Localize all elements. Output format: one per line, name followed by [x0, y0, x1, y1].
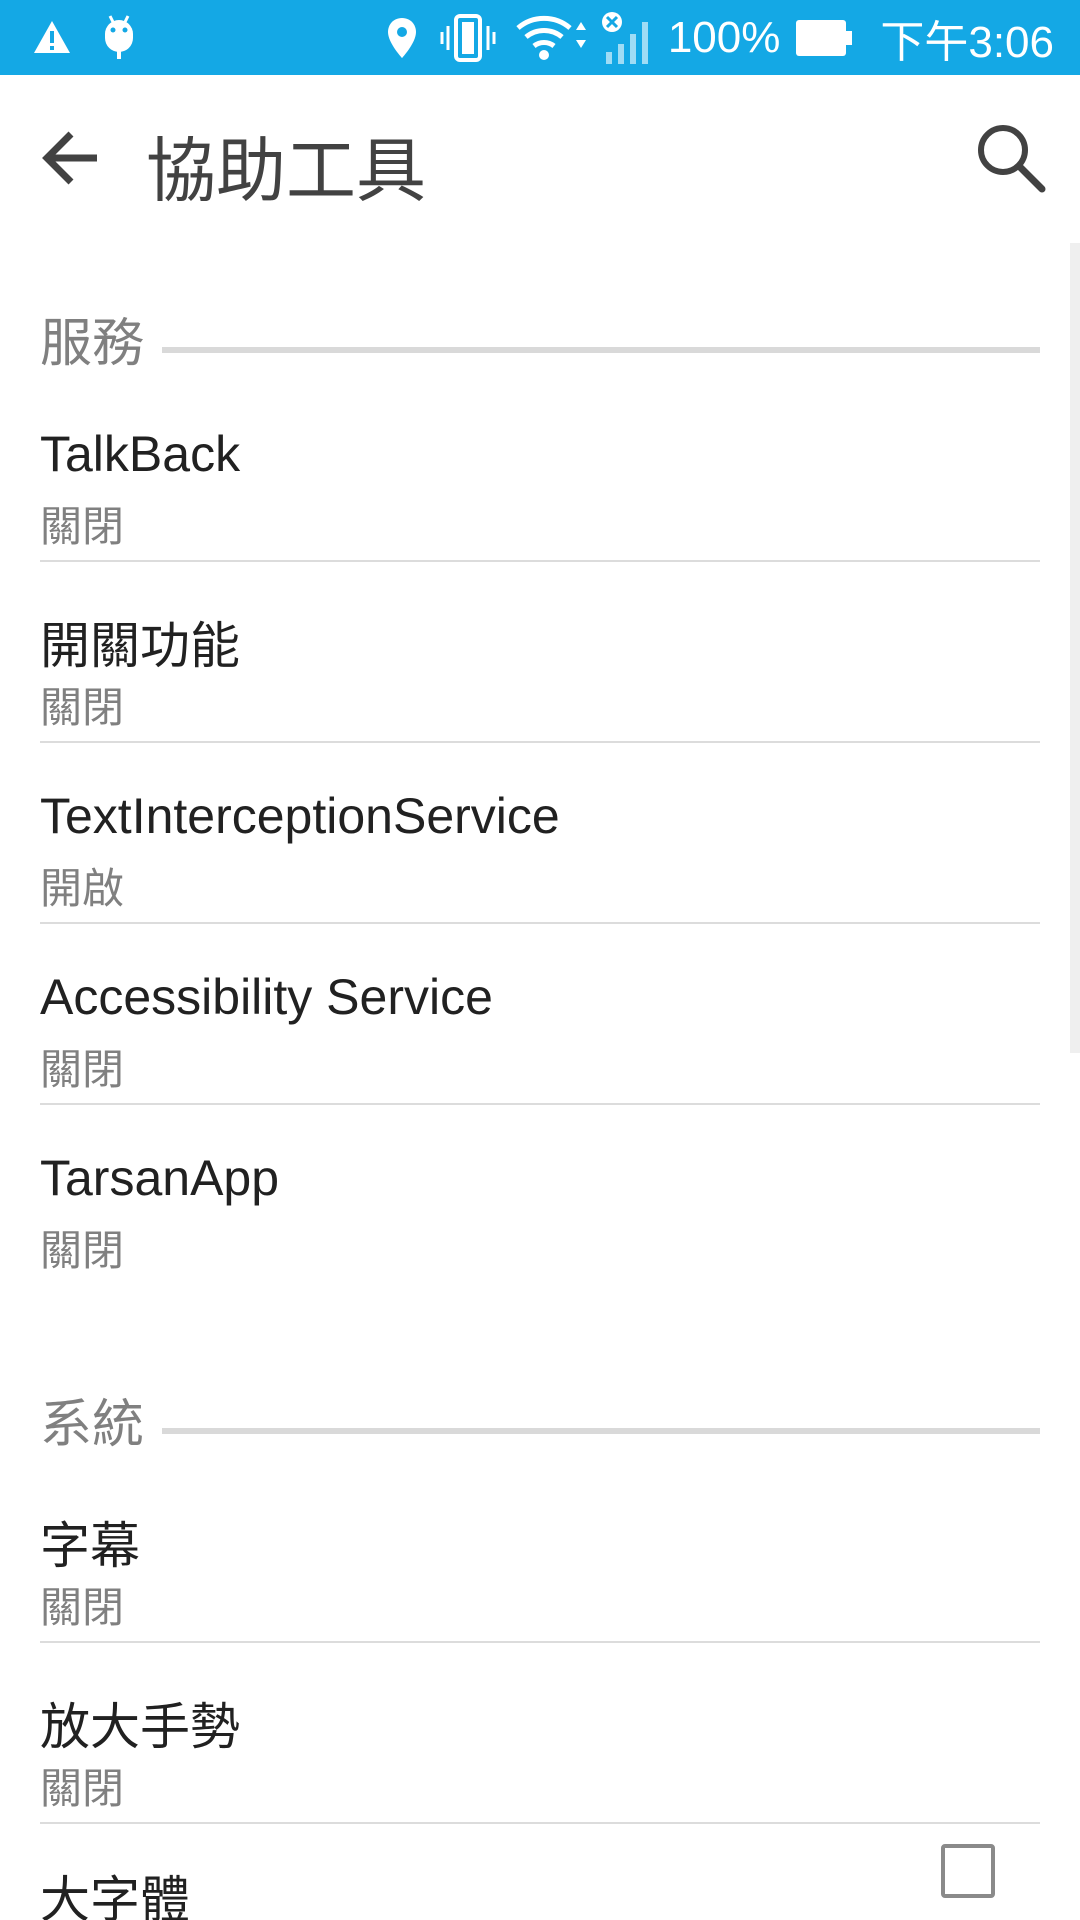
search-button[interactable]	[970, 119, 1050, 199]
list-item-switch-access[interactable]: 開關功能 關閉	[40, 562, 1040, 743]
item-title: 放大手勢	[40, 1699, 240, 1755]
settings-list: 服務 TalkBack 關閉 開關功能 關閉 TextInterceptionS…	[0, 243, 1080, 1920]
back-button[interactable]	[36, 125, 106, 195]
app-bar: 協助工具	[0, 75, 1080, 243]
location-icon	[386, 16, 418, 60]
arrow-back-icon	[41, 130, 101, 190]
warning-icon	[32, 19, 72, 55]
battery-percent: 100%	[667, 12, 781, 62]
item-title: 大字體	[40, 1872, 190, 1920]
section-title: 服務	[40, 314, 145, 374]
item-summary: 關閉	[40, 502, 125, 551]
section-divider	[162, 347, 1040, 353]
list-item-talkback[interactable]: TalkBack 關閉	[40, 381, 1040, 562]
large-text-checkbox[interactable]	[941, 1844, 995, 1898]
list-item-text-interception-service[interactable]: TextInterceptionService 開啟	[40, 743, 1040, 924]
signal-icon	[600, 10, 654, 66]
list-item-magnification-gestures[interactable]: 放大手勢 關閉	[40, 1643, 1040, 1824]
item-title: TextInterceptionService	[40, 788, 560, 844]
section-header-system: 系統	[0, 1286, 1080, 1462]
wifi-icon	[514, 14, 588, 62]
item-summary: 關閉	[40, 683, 125, 732]
battery-icon	[794, 18, 854, 58]
item-summary: 關閉	[40, 1226, 125, 1275]
item-title: Accessibility Service	[40, 969, 493, 1025]
section-title: 系統	[40, 1395, 145, 1455]
vibrate-icon	[440, 13, 496, 62]
item-title: 開關功能	[40, 618, 240, 674]
search-icon	[974, 121, 1046, 197]
list-item-accessibility-service[interactable]: Accessibility Service 關閉	[40, 924, 1040, 1105]
item-summary: 關閉	[40, 1045, 125, 1094]
item-summary: 開啟	[40, 864, 125, 913]
android-debug-icon	[102, 14, 136, 60]
page-title: 協助工具	[146, 130, 426, 212]
item-title: 字幕	[40, 1518, 140, 1574]
item-summary: 關閉	[40, 1583, 125, 1632]
section-divider	[162, 1428, 1040, 1434]
item-title: TalkBack	[40, 426, 241, 482]
item-title: TarsanApp	[40, 1150, 280, 1206]
clock: 下午3:06	[880, 17, 1054, 67]
list-item-tarsanapp[interactable]: TarsanApp 關閉	[40, 1105, 1040, 1286]
list-item-large-text[interactable]: 大字體	[40, 1824, 1040, 1920]
list-item-captions[interactable]: 字幕 關閉	[40, 1462, 1040, 1643]
status-bar: 100% 下午3:06	[0, 0, 1080, 75]
item-summary: 關閉	[40, 1764, 125, 1813]
section-header-services: 服務	[0, 243, 1080, 381]
